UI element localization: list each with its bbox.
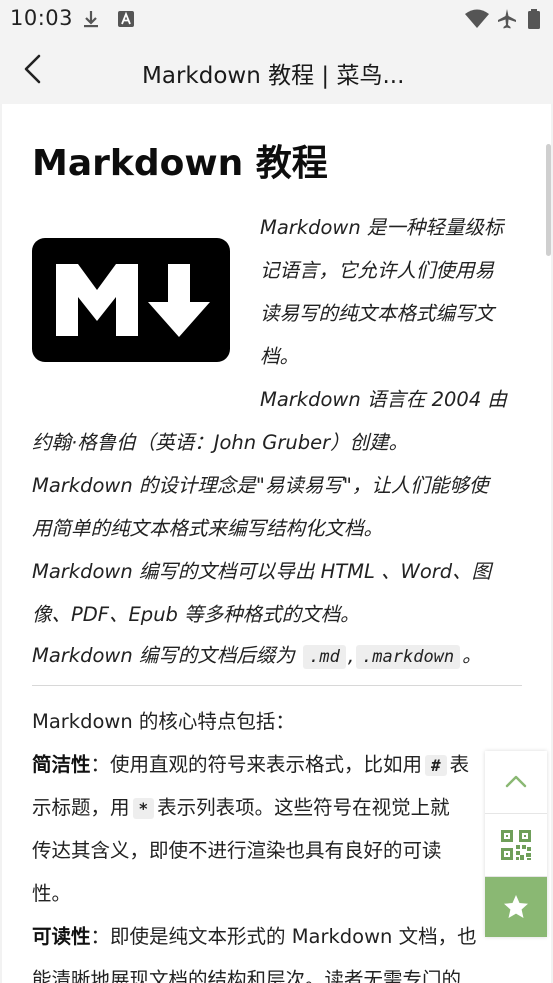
intro-text: 。	[462, 644, 482, 667]
intro-line: 记语言，它允许人们使用易	[260, 259, 495, 282]
airplane-icon	[498, 9, 516, 29]
intro-line: Markdown 编写的文档可以导出 HTML 、Word、图	[32, 560, 492, 583]
code-markdown: .markdown	[356, 645, 461, 669]
article-title: Markdown 教程	[32, 143, 328, 184]
feature-line: 传达其含义，即使不进行渲染也具有良好的可读	[32, 839, 442, 862]
separator: ,	[347, 644, 355, 667]
intro-line: Markdown 语言在 2004 由	[260, 388, 507, 411]
status-time: 10:03	[10, 6, 74, 30]
intro-text: Markdown 编写的文档后缀为	[32, 644, 295, 667]
page-title-bar: Markdown 教程 | 菜鸟...	[142, 63, 405, 89]
feature-line: 可读性：即使是纯文本形式的 Markdown 文档，也	[32, 920, 477, 949]
intro-line: Markdown 的设计理念是"易读易写"，让人们能够使	[32, 474, 489, 497]
intro-line: 读易写的纯文本格式编写文	[260, 302, 495, 325]
feature-text: 表	[449, 753, 470, 776]
features-heading: Markdown 的核心特点包括：	[32, 710, 295, 733]
star-icon	[504, 895, 528, 918]
battery-icon	[528, 9, 540, 29]
markdown-logo	[32, 238, 230, 362]
code-hash: #	[425, 755, 447, 776]
feature-line: 性。	[32, 882, 72, 905]
intro-line: 像、PDF、Epub 等多种格式的文档。	[32, 603, 360, 626]
back-to-top-button[interactable]	[485, 751, 547, 813]
feature-line: 示标题，用 * 表示列表项。这些符号在视觉上就	[32, 791, 450, 820]
chevron-up-icon	[505, 775, 527, 788]
feature-label: 可读性	[32, 925, 91, 948]
intro-line: 用简单的纯文本格式来编写结构化文档。	[32, 517, 384, 540]
qr-code-icon	[501, 830, 531, 860]
feature-text: ：使用直观的符号来表示格式，比如用	[90, 753, 423, 776]
intro-line: Markdown 编写的文档后缀为 .md, .markdown。	[32, 639, 482, 669]
qr-code-button[interactable]	[485, 814, 547, 876]
feature-line: 简洁性：使用直观的符号来表示格式，比如用 # 表	[32, 748, 469, 777]
floating-panel	[485, 751, 547, 937]
feature-text: 表示列表项。这些符号在视觉上就	[157, 796, 450, 819]
intro-line: Markdown 是一种轻量级标	[260, 216, 504, 239]
divider	[32, 685, 522, 686]
code-star: *	[132, 798, 155, 819]
article-content[interactable]: Markdown 教程 Markdown 是一种轻量级标 记语言，它允许人们使用…	[2, 104, 551, 983]
feature-line: 能清晰地展现文档的结构和层次。读者无需专门的	[32, 968, 462, 983]
code-md: .md	[303, 645, 346, 669]
nav-bar: Markdown 教程 | 菜鸟...	[0, 38, 553, 104]
back-button[interactable]	[14, 50, 54, 90]
feature-text: 示标题，用	[32, 796, 130, 819]
feature-label: 简洁性	[32, 753, 91, 776]
feature-text: ：即使是纯文本形式的 Markdown 文档，也	[90, 925, 477, 948]
status-bar: 10:03	[0, 0, 553, 38]
chevron-left-icon	[24, 54, 41, 84]
font-a-icon	[118, 11, 134, 27]
intro-line: 档。	[260, 345, 300, 368]
download-icon	[84, 11, 98, 28]
wifi-icon	[465, 9, 489, 28]
intro-line: 约翰·格鲁伯（英语：John Gruber）创建。	[32, 431, 409, 454]
favorite-button[interactable]	[485, 877, 547, 937]
scrollbar[interactable]	[546, 144, 551, 256]
